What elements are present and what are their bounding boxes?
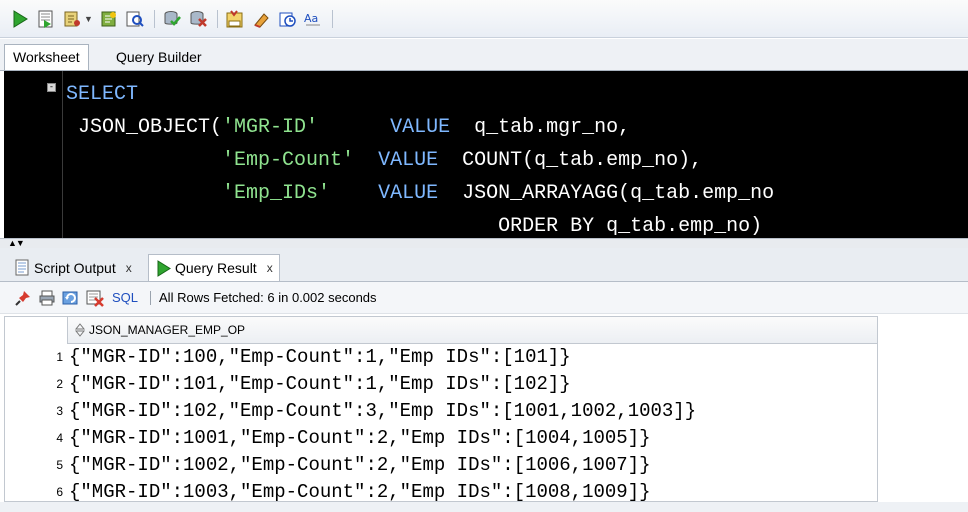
- main-toolbar: ▼ Aa: [0, 0, 968, 38]
- sql-indent: [66, 149, 222, 172]
- explain-dropdown-icon[interactable]: ▼: [84, 14, 93, 24]
- sql-tuning-icon[interactable]: [125, 9, 145, 29]
- sql-link[interactable]: SQL: [112, 290, 138, 305]
- tab-query-builder[interactable]: Query Builder: [108, 45, 210, 71]
- sql-indent: [66, 182, 222, 205]
- sql-string: 'Emp_IDs': [222, 182, 331, 205]
- clear-results-icon[interactable]: [86, 289, 104, 307]
- column-header[interactable]: JSON_MANAGER_EMP_OP: [67, 317, 877, 344]
- sql-editor[interactable]: - SELECT JSON_OBJECT('MGR-ID' VALUE q_ta…: [4, 71, 968, 238]
- toolbar-separator: [331, 9, 333, 28]
- sql-space: [354, 149, 378, 172]
- close-icon[interactable]: x: [267, 261, 273, 275]
- sort-icon[interactable]: [74, 323, 86, 337]
- sql-keyword: VALUE: [378, 149, 439, 172]
- explain-plan-icon[interactable]: [62, 9, 82, 29]
- sql-space: [318, 116, 390, 139]
- close-icon[interactable]: x: [126, 261, 132, 275]
- cell-value[interactable]: {"MGR-ID":100,"Emp-Count":1,"Emp IDs":[1…: [69, 344, 571, 371]
- toolbar-separator: [150, 290, 152, 305]
- print-icon[interactable]: [38, 289, 56, 307]
- row-number: 3: [56, 404, 63, 418]
- table-row[interactable]: 2 {"MGR-ID":101,"Emp-Count":1,"Emp IDs":…: [5, 371, 877, 398]
- fold-collapse-icon[interactable]: -: [47, 83, 56, 92]
- history-icon[interactable]: [277, 9, 297, 29]
- tab-query-result-label: Query Result: [175, 260, 257, 276]
- sql-code: SELECT JSON_OBJECT('MGR-ID' VALUE q_tab.…: [66, 78, 774, 238]
- column-header-label: JSON_MANAGER_EMP_OP: [89, 323, 246, 337]
- rollback-icon[interactable]: [188, 9, 208, 29]
- toolbar-separator: [216, 9, 218, 28]
- svg-text:Aa: Aa: [304, 12, 318, 25]
- panel-splitter[interactable]: ▲▼: [0, 238, 968, 248]
- cell-value[interactable]: {"MGR-ID":1002,"Emp-Count":2,"Emp IDs":[…: [69, 452, 651, 479]
- table-row[interactable]: 4 {"MGR-ID":1001,"Emp-Count":2,"Emp IDs"…: [5, 425, 877, 452]
- sql-space: [330, 182, 378, 205]
- query-result-icon: [157, 259, 171, 277]
- sql-string: 'MGR-ID': [222, 116, 319, 139]
- cell-value[interactable]: {"MGR-ID":1001,"Emp-Count":2,"Emp IDs":[…: [69, 425, 651, 452]
- sql-expression: ORDER BY q_tab.emp_no): [498, 215, 763, 238]
- sql-string: 'Emp-Count': [222, 149, 355, 172]
- clear-icon[interactable]: [251, 9, 271, 29]
- sql-expression: JSON_ARRAYAGG(q_tab.emp_no: [438, 182, 775, 205]
- row-number: 2: [56, 377, 63, 391]
- tab-script-output-label: Script Output: [34, 259, 116, 276]
- tab-query-result[interactable]: Query Result x: [148, 254, 280, 281]
- status-bar: [0, 502, 968, 512]
- toolbar-separator: [153, 9, 155, 28]
- sql-function: JSON_OBJECT(: [66, 116, 223, 139]
- sql-keyword: SELECT: [66, 83, 139, 106]
- editor-gutter: [62, 71, 63, 238]
- run-statement-icon[interactable]: [10, 9, 30, 29]
- cell-value[interactable]: {"MGR-ID":101,"Emp-Count":1,"Emp IDs":[1…: [69, 371, 571, 398]
- result-grid[interactable]: JSON_MANAGER_EMP_OP 1 {"MGR-ID":100,"Emp…: [4, 316, 878, 503]
- fetch-status: All Rows Fetched: 6 in 0.002 seconds: [159, 290, 377, 305]
- sql-keyword: VALUE: [378, 182, 439, 205]
- table-row[interactable]: 3 {"MGR-ID":102,"Emp-Count":3,"Emp IDs":…: [5, 398, 877, 425]
- script-output-icon: [15, 259, 29, 276]
- table-row[interactable]: 5 {"MGR-ID":1002,"Emp-Count":2,"Emp IDs"…: [5, 452, 877, 479]
- row-number: 1: [56, 350, 63, 364]
- result-toolbar: SQL All Rows Fetched: 6 in 0.002 seconds: [0, 282, 968, 314]
- case-toggle-icon[interactable]: Aa: [303, 9, 323, 29]
- sql-keyword: VALUE: [390, 116, 451, 139]
- run-script-icon[interactable]: [36, 9, 56, 29]
- result-tab-bar: Script Output x Query Result x: [0, 248, 968, 282]
- tab-worksheet[interactable]: Worksheet: [4, 44, 89, 70]
- row-number: 5: [56, 458, 63, 472]
- sql-expression: q_tab.mgr_no,: [450, 116, 631, 139]
- row-number: 4: [56, 431, 63, 445]
- autotrace-icon[interactable]: [99, 9, 119, 29]
- sql-expression: COUNT(q_tab.emp_no),: [438, 149, 703, 172]
- sql-indent: [66, 215, 498, 238]
- table-row[interactable]: 1 {"MGR-ID":100,"Emp-Count":1,"Emp IDs":…: [5, 344, 877, 371]
- splitter-arrows-icon[interactable]: ▲▼: [8, 238, 25, 248]
- refresh-icon[interactable]: [62, 289, 80, 307]
- format-sql-icon[interactable]: [225, 9, 245, 29]
- cell-value[interactable]: {"MGR-ID":102,"Emp-Count":3,"Emp IDs":[1…: [69, 398, 696, 425]
- tab-script-output[interactable]: Script Output x: [8, 254, 138, 281]
- pin-icon[interactable]: [14, 289, 32, 307]
- editor-tab-bar: Worksheet Query Builder: [0, 39, 968, 71]
- commit-icon[interactable]: [162, 9, 182, 29]
